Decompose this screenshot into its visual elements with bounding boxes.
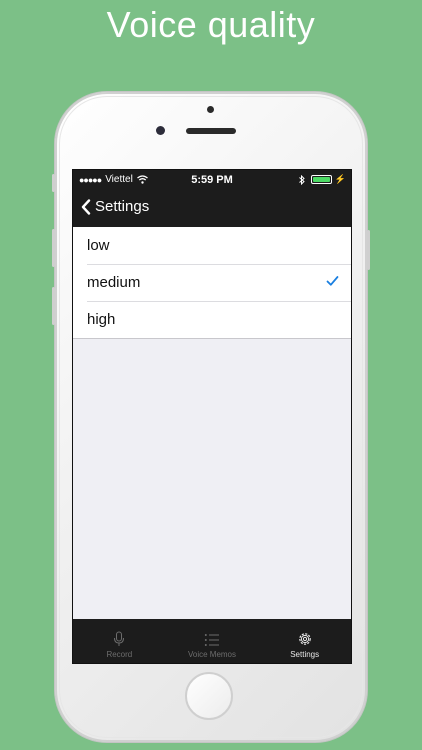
- power-button: [367, 230, 370, 270]
- phone-frame: ●●●●● Viettel 5:59 PM ⚡ Settings low med…: [52, 92, 370, 742]
- quality-options-list: low medium high: [73, 227, 351, 339]
- tab-bar: Record Voice Memos Settings: [73, 619, 351, 663]
- status-bar: ●●●●● Viettel 5:59 PM ⚡: [73, 170, 351, 190]
- screen: ●●●●● Viettel 5:59 PM ⚡ Settings low med…: [72, 169, 352, 664]
- battery-level: [312, 177, 330, 182]
- bluetooth-icon: [298, 174, 305, 185]
- checkmark-icon: [326, 276, 339, 286]
- chevron-left-icon: [81, 198, 91, 215]
- tab-voice-memos[interactable]: Voice Memos: [166, 619, 259, 663]
- earpiece-speaker: [186, 128, 236, 134]
- option-low[interactable]: low: [73, 227, 351, 264]
- front-camera: [156, 126, 165, 135]
- tab-label: Settings: [290, 650, 320, 659]
- option-label: medium: [87, 274, 141, 291]
- proximity-sensor: [207, 106, 214, 113]
- option-high[interactable]: high: [73, 301, 351, 338]
- volume-down-button: [52, 287, 55, 325]
- navigation-bar: Settings: [73, 190, 351, 227]
- tab-settings[interactable]: Settings: [258, 619, 351, 663]
- list-icon: [204, 634, 219, 646]
- gear-icon: [298, 633, 311, 645]
- volume-up-button: [52, 229, 55, 267]
- back-button[interactable]: Settings: [81, 198, 149, 215]
- option-label: high: [87, 311, 116, 328]
- option-medium[interactable]: medium: [73, 264, 351, 301]
- tab-label: Record: [106, 650, 133, 659]
- microphone-icon: [114, 631, 125, 646]
- tab-record[interactable]: Record: [73, 619, 166, 663]
- tab-label: Voice Memos: [187, 650, 237, 659]
- mute-switch: [52, 174, 55, 192]
- option-label: low: [87, 237, 110, 254]
- promo-headline: Voice quality: [106, 4, 316, 45]
- battery-icon: [310, 175, 332, 184]
- charging-icon: ⚡: [334, 174, 346, 184]
- back-button-label: Settings: [95, 198, 150, 215]
- home-button[interactable]: [185, 672, 233, 720]
